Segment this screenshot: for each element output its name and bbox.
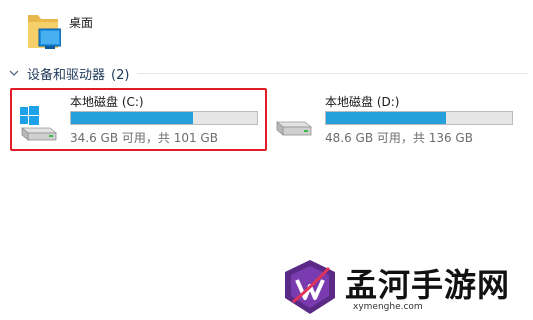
drive-usage-bar-d xyxy=(325,111,513,125)
drive-tile-c[interactable]: 本地磁盘 (C:) 34.6 GB 可用，共 101 GB xyxy=(10,88,270,154)
drive-size-d: 48.6 GB 可用，共 136 GB xyxy=(325,131,473,145)
drive-name-c: 本地磁盘 (C:) xyxy=(70,95,144,109)
desktop-label: 桌面 xyxy=(69,16,94,30)
brand-logo-icon xyxy=(285,260,335,314)
watermark: 孟河手游网 xymenghe.com xyxy=(283,258,528,318)
windows-drive-icon xyxy=(20,106,58,141)
desktop-folder-item[interactable]: 桌面 xyxy=(18,10,168,55)
section-label-text: 设备和驱动器 xyxy=(27,67,106,83)
devices-and-drives-header[interactable]: 设备和驱动器 (2) xyxy=(8,64,528,83)
folder-desktop-icon xyxy=(28,15,61,49)
section-count: (2) xyxy=(111,67,130,83)
chevron-down-icon[interactable] xyxy=(8,67,20,79)
drive-tile-d[interactable]: 本地磁盘 (D:) 48.6 GB 可用，共 136 GB xyxy=(265,88,525,154)
drive-size-c: 34.6 GB 可用，共 101 GB xyxy=(70,131,218,145)
watermark-url: xymenghe.com xyxy=(353,302,423,312)
drive-usage-bar-c xyxy=(70,111,258,125)
hard-drive-icon xyxy=(275,121,313,136)
drive-usage-fill-d xyxy=(326,112,446,124)
section-title: 设备和驱动器 (2) xyxy=(27,64,129,83)
section-divider xyxy=(137,72,528,74)
watermark-brand: 孟河手游网 xyxy=(345,266,511,304)
drive-name-d: 本地磁盘 (D:) xyxy=(325,95,400,109)
drive-usage-fill-c xyxy=(71,112,194,124)
